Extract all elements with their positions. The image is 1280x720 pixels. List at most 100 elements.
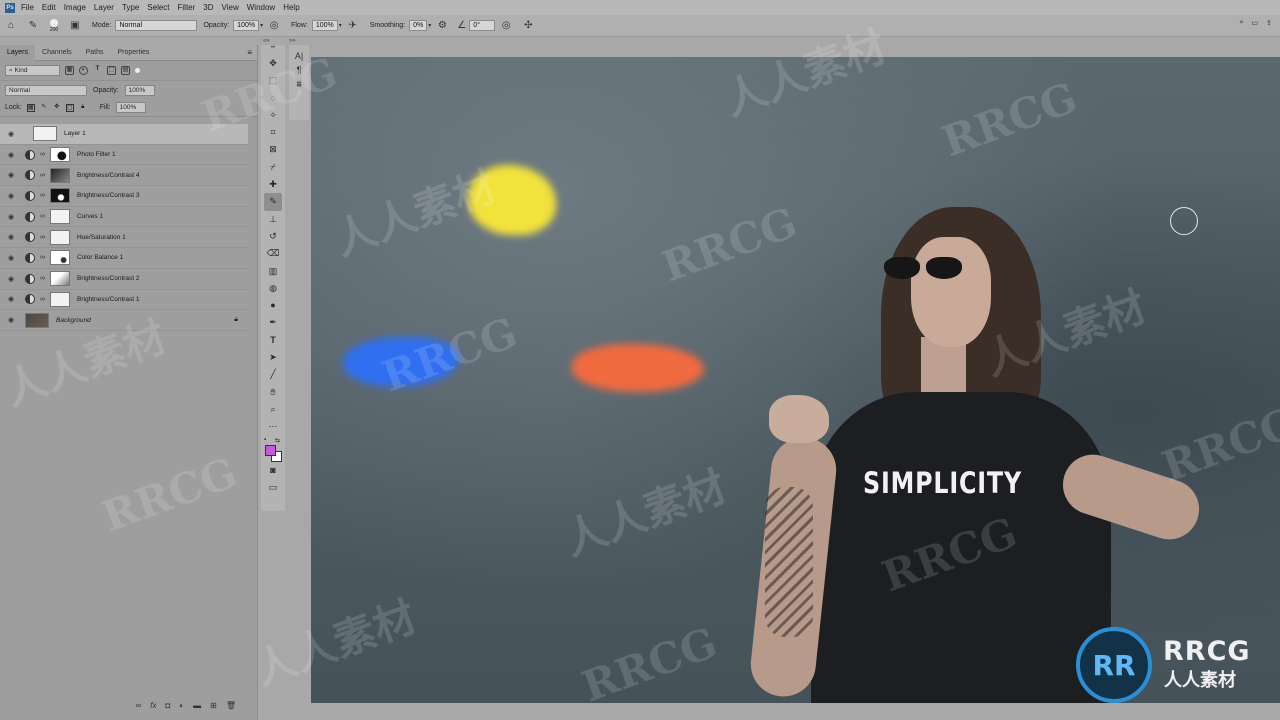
layer-mask-thumbnail[interactable]: [50, 209, 70, 225]
panel-menu-icon[interactable]: ≡: [247, 48, 252, 57]
smoothing-options-gear-icon[interactable]: ⚙: [435, 19, 449, 33]
color-swatches[interactable]: ▪ ⇆: [263, 437, 283, 462]
toolbar-grip-icon[interactable]: ••: [271, 45, 275, 55]
eraser-tool-icon[interactable]: ⌫: [264, 245, 282, 262]
tab-properties[interactable]: Properties: [111, 45, 157, 61]
visibility-eye-icon[interactable]: ◉: [5, 171, 17, 179]
zoom-tool-icon[interactable]: ⌕: [264, 401, 282, 418]
brush-size-picker[interactable]: 200: [46, 18, 62, 33]
gradient-tool-icon[interactable]: ▥: [264, 263, 282, 280]
tab-paths[interactable]: Paths: [79, 45, 111, 61]
path-selection-tool-icon[interactable]: ➤: [264, 349, 282, 366]
default-colors-icon[interactable]: ▪: [264, 437, 266, 443]
filter-pixel-icon[interactable]: ▦: [65, 66, 74, 75]
visibility-eye-icon[interactable]: ◉: [5, 213, 17, 221]
lock-image-icon[interactable]: ✎: [40, 104, 48, 112]
filter-type-icon[interactable]: T: [93, 66, 102, 75]
pressure-size-icon[interactable]: ◎: [499, 19, 513, 33]
pressure-opacity-icon[interactable]: ◎: [267, 19, 281, 33]
menu-3d[interactable]: 3D: [203, 3, 213, 12]
layer-mask-thumbnail[interactable]: [50, 188, 70, 204]
layer-row[interactable]: ◉ ∞ Brightness/Contrast 1: [0, 290, 248, 311]
screen-mode-icon[interactable]: ▭: [264, 479, 282, 496]
dodge-tool-icon[interactable]: ●: [264, 297, 282, 314]
layer-row[interactable]: ◉ Background 🔒︎: [0, 310, 248, 331]
home-icon[interactable]: ⌂: [4, 19, 18, 33]
add-mask-icon[interactable]: ◘: [165, 701, 170, 713]
filter-adjustment-icon[interactable]: ◐: [79, 66, 88, 75]
search-icon[interactable]: ⌕: [1240, 19, 1244, 27]
new-adjustment-icon[interactable]: ◐: [179, 701, 184, 713]
link-chain-icon[interactable]: ∞: [40, 296, 47, 303]
healing-brush-tool-icon[interactable]: ✚: [264, 176, 282, 193]
blend-mode-select[interactable]: Normal: [5, 84, 87, 96]
menu-select[interactable]: Select: [147, 3, 169, 12]
visibility-eye-icon[interactable]: ◉: [5, 151, 17, 159]
brush-tool-icon[interactable]: ✎: [264, 193, 282, 211]
visibility-eye-icon[interactable]: ◉: [5, 254, 17, 262]
lock-all-icon[interactable]: 🔒︎: [79, 104, 87, 112]
filter-shape-icon[interactable]: ⬚: [107, 66, 116, 75]
flow-field[interactable]: 100%: [311, 20, 338, 31]
crop-tool-icon[interactable]: ⌗: [264, 124, 282, 141]
menu-type[interactable]: Type: [122, 3, 139, 12]
menu-image[interactable]: Image: [64, 3, 86, 12]
layer-row[interactable]: ◉ Layer 1: [0, 124, 248, 145]
eyedropper-tool-icon[interactable]: ⌿: [264, 159, 282, 176]
layer-mask-thumbnail[interactable]: [50, 271, 70, 287]
new-layer-icon[interactable]: ⊞: [210, 701, 217, 713]
filter-toggle-icon[interactable]: [135, 68, 140, 73]
link-chain-icon[interactable]: ∞: [40, 192, 47, 199]
opacity-dropdown-icon[interactable]: ▾: [260, 22, 263, 29]
move-tool-icon[interactable]: ✥: [264, 55, 282, 72]
menu-filter[interactable]: Filter: [178, 3, 196, 12]
marquee-tool-icon[interactable]: ⬚: [264, 72, 282, 89]
link-chain-icon[interactable]: ∞: [40, 234, 47, 241]
link-chain-icon[interactable]: ∞: [40, 213, 47, 220]
visibility-eye-icon[interactable]: ◉: [5, 192, 17, 200]
line-tool-icon[interactable]: ╱: [264, 366, 282, 383]
flow-dropdown-icon[interactable]: ▾: [339, 22, 342, 29]
layer-row[interactable]: ◉ ∞ Curves 1: [0, 207, 248, 228]
menu-window[interactable]: Window: [247, 3, 275, 12]
menu-edit[interactable]: Edit: [42, 3, 56, 12]
layer-mask-thumbnail[interactable]: [50, 167, 70, 183]
link-chain-icon[interactable]: ∞: [40, 172, 47, 179]
fill-field[interactable]: 100%: [115, 102, 146, 113]
opacity-field[interactable]: 100%: [233, 20, 260, 31]
visibility-eye-icon[interactable]: ◉: [5, 233, 17, 241]
blur-tool-icon[interactable]: ◍: [264, 280, 282, 297]
lock-position-icon[interactable]: ✥: [53, 104, 61, 112]
collapse-dock-icon[interactable]: »»: [289, 38, 296, 44]
document-canvas[interactable]: SIMPLICITY: [311, 57, 1280, 703]
symmetry-butterfly-icon[interactable]: ✣: [521, 19, 535, 33]
workspace-icon[interactable]: ▭: [1252, 19, 1259, 27]
share-icon[interactable]: ⇪: [1266, 19, 1272, 27]
brush-tool-preset-icon[interactable]: ✎: [26, 19, 40, 33]
menu-help[interactable]: Help: [283, 3, 299, 12]
visibility-eye-icon[interactable]: ◉: [5, 295, 17, 303]
delete-layer-trash-icon[interactable]: 🗑︎: [226, 701, 236, 713]
character-panel-icon[interactable]: A|: [295, 51, 303, 61]
frame-tool-icon[interactable]: ⊠: [264, 141, 282, 158]
clone-stamp-tool-icon[interactable]: ⊥: [264, 211, 282, 228]
paragraph-panel-icon[interactable]: ¶: [297, 65, 302, 75]
foreground-color-swatch[interactable]: [265, 444, 276, 456]
layer-row[interactable]: ◉ ∞ Photo Filter 1: [0, 145, 248, 166]
more-tools-icon[interactable]: ⋯: [264, 418, 282, 435]
lock-transparent-icon[interactable]: ▦: [26, 103, 35, 112]
layer-row[interactable]: ◉ ∞ Brightness/Contrast 2: [0, 269, 248, 290]
layer-style-fx-icon[interactable]: fx: [150, 701, 156, 713]
swap-colors-icon[interactable]: ⇆: [275, 437, 280, 444]
layer-row[interactable]: ◉ ∞ Brightness/Contrast 4: [0, 165, 248, 187]
tab-channels[interactable]: Channels: [35, 45, 79, 61]
visibility-eye-icon[interactable]: ◉: [5, 316, 17, 324]
menu-view[interactable]: View: [222, 3, 239, 12]
lasso-tool-icon[interactable]: ◌: [264, 90, 282, 107]
layer-mask-thumbnail[interactable]: [50, 250, 70, 266]
history-brush-tool-icon[interactable]: ↺: [264, 228, 282, 245]
link-layers-icon[interactable]: ∞: [136, 701, 142, 713]
lock-artboard-icon[interactable]: ▢: [65, 103, 74, 112]
layer-mask-thumbnail[interactable]: [50, 291, 70, 307]
link-chain-icon[interactable]: ∞: [40, 275, 47, 282]
